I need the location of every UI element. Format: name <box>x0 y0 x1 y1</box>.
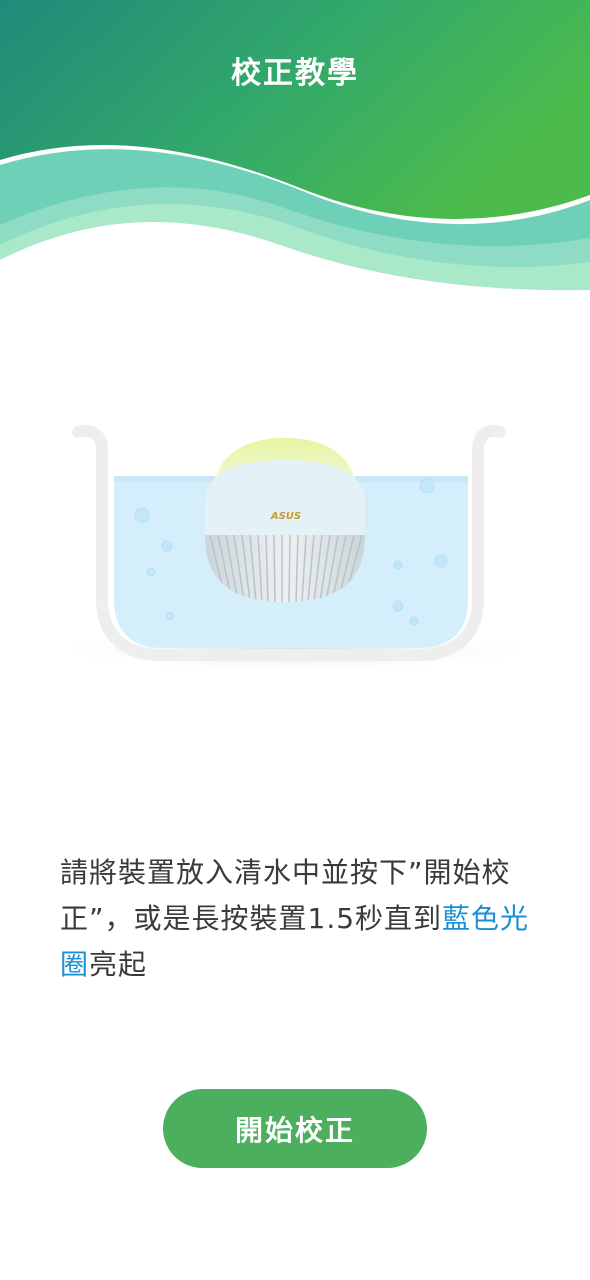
calibration-tutorial-screen: 校正教學 ASUS 請將裝置放入清水中並按下”開始校正”，或是長按裝置1.5秒直… <box>0 0 590 1280</box>
device-brand-logo: ASUS <box>270 511 301 522</box>
page-title: 校正教學 <box>231 56 359 91</box>
header-banner: 校正教學 <box>0 0 590 300</box>
instruction-text-part2: 亮起 <box>89 948 148 981</box>
device-body <box>205 460 365 536</box>
start-calibration-button[interactable]: 開始校正 <box>163 1089 427 1168</box>
device-in-water-illustration: ASUS <box>0 410 590 700</box>
wave-background <box>0 0 590 300</box>
instruction-text: 請將裝置放入清水中並按下”開始校正”，或是長按裝置1.5秒直到藍色光圈亮起 <box>60 850 540 988</box>
